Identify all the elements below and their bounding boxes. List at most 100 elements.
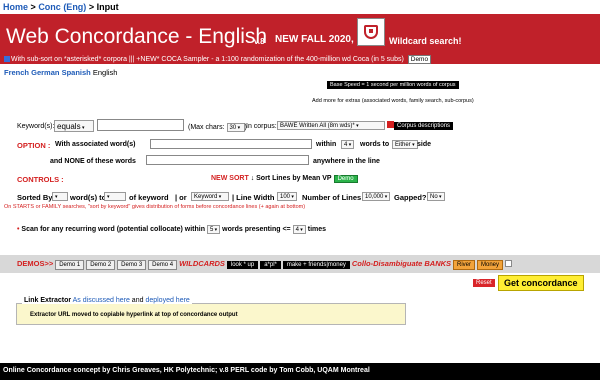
breadcrumb: Home > Conc (Eng) > Input — [3, 2, 119, 12]
sort-direction-value[interactable] — [52, 192, 68, 201]
side-select[interactable]: Either — [392, 140, 418, 149]
demo-4-button[interactable]: Demo 4 — [148, 260, 178, 270]
base-speed-note: Base Speed = 1 second per million words … — [327, 81, 459, 89]
scan-row: • Scan for any recurring word (potential… — [17, 225, 326, 234]
scan-times-select[interactable]: 4 — [292, 225, 306, 234]
as-discussed-link[interactable]: As discussed here — [73, 297, 130, 304]
within-select[interactable]: 4 — [341, 140, 355, 149]
none-words-input[interactable] — [146, 155, 309, 167]
of-keyword-select-value[interactable] — [104, 192, 126, 201]
max-chars-text: (Max chars: — [188, 124, 225, 131]
words-to-kw-label: word(s) to — [70, 193, 107, 202]
gapped-value[interactable]: No — [427, 192, 445, 201]
sort-direction-select[interactable] — [52, 192, 68, 201]
scan-label: Scan for any recurring word (potential c… — [21, 226, 205, 233]
scan-within-select[interactable]: 5 — [206, 225, 221, 234]
num-lines-select[interactable]: 10,000 — [362, 192, 391, 201]
breadcrumb-separator: > — [88, 2, 95, 12]
demos-label: DEMOS>> — [17, 259, 54, 268]
keyword-sort-value[interactable]: Keyword — [191, 192, 229, 201]
option-label: OPTION : — [17, 141, 51, 150]
wildcard-link[interactable]: Wildcard search! — [389, 36, 461, 46]
keyword-mode-select[interactable]: equals — [54, 120, 94, 132]
anywhere-label: anywhere in the line — [313, 158, 380, 165]
lang-french-link[interactable]: French — [4, 68, 29, 77]
deployed-link[interactable]: deployed here — [145, 297, 189, 304]
and-text: and — [131, 297, 144, 304]
wildcard-look-up-button[interactable]: look * up — [226, 261, 259, 269]
none-of-label: and NONE of these words — [50, 158, 136, 165]
breadcrumb-home-link[interactable]: Home — [3, 2, 28, 12]
corpus-select-value[interactable]: BAWE Written All (8m wds)* — [277, 121, 385, 130]
demo-2-button[interactable]: Demo 2 — [86, 260, 116, 270]
lang-german-link[interactable]: German — [31, 68, 59, 77]
new-sort-row: NEW SORT ↓ Sort Lines by Mean VP Demo — [211, 175, 358, 183]
new-sort-label: NEW SORT — [211, 175, 249, 182]
language-links: French German Spanish English — [4, 68, 117, 77]
keyword-sort-select[interactable]: Keyword — [191, 192, 229, 201]
footer: Online Concordance concept by Chris Grea… — [0, 363, 600, 380]
line-width-select[interactable]: 100 — [277, 192, 297, 201]
sort-by-vp-label: Sort Lines by Mean VP — [256, 175, 332, 182]
num-lines-value[interactable]: 10,000 — [362, 192, 391, 201]
side-label: side — [417, 141, 432, 148]
scan-times-label: times — [307, 226, 327, 233]
demo-1-button[interactable]: Demo 1 — [55, 260, 85, 270]
keyword-input-field[interactable] — [97, 119, 184, 131]
breadcrumb-conc-link[interactable]: Conc (Eng) — [38, 2, 86, 12]
banner-subline: With sub-sort on *asterisked* corpora ||… — [4, 55, 432, 64]
wildcard-make-friends-button[interactable]: make + friends|money — [282, 261, 350, 269]
sort-note: On STARTS or FAMILY searches, "sort by k… — [4, 204, 306, 210]
reset-button[interactable]: Reset — [473, 279, 495, 287]
gapped-select[interactable]: No — [427, 192, 445, 201]
more-extras-note[interactable]: Add more for extras (associated words, f… — [312, 98, 474, 104]
corpus-descriptions-button[interactable]: Corpus descriptions — [387, 121, 454, 130]
side-select-value[interactable]: Either — [392, 140, 418, 149]
corpus-label: In corpus: — [246, 123, 277, 130]
breadcrumb-current: Input — [96, 2, 119, 12]
version-label: v.8 — [254, 37, 265, 46]
max-chars-select[interactable]: 30 — [226, 123, 245, 132]
bullet-icon — [4, 56, 10, 62]
num-lines-label: Number of Lines — [302, 193, 362, 202]
news-label: NEW FALL 2020, — [275, 34, 354, 45]
page-title: Web Concordance - English — [6, 25, 268, 48]
link-extractor-legend: Link Extractor As discussed here and dep… — [22, 297, 192, 304]
collo-money-button[interactable]: Money — [476, 260, 503, 270]
lang-spanish-link[interactable]: Spanish — [62, 68, 91, 77]
breadcrumb-separator: > — [30, 2, 36, 12]
of-keyword-select[interactable] — [104, 192, 126, 201]
keyword-label: Keyword(s): — [17, 123, 55, 130]
university-seal-icon — [357, 18, 385, 46]
wildcard-apl-button[interactable]: a*pl* — [260, 261, 281, 269]
extractor-body: Extractor URL moved to copiable hyperlin… — [30, 312, 238, 318]
demo-3-button[interactable]: Demo 3 — [117, 260, 147, 270]
demos-row: DEMOS>> Demo 1 Demo 2 Demo 3 Demo 4 WILD… — [17, 259, 512, 270]
scan-presenting-label: words presenting <= — [222, 226, 291, 233]
assoc-words-input[interactable] — [150, 139, 312, 151]
max-chars-label: (Max chars: 30) — [188, 123, 247, 132]
get-concordance-button[interactable]: Get concordance — [498, 275, 584, 291]
collo-river-button[interactable]: River — [453, 260, 476, 270]
subline-asterisked: asterisked — [66, 56, 99, 63]
collo-checkbox[interactable] — [504, 260, 512, 267]
sort-arrow-icon: ↓ — [250, 175, 255, 182]
subline-text-2: * corpora ||| +NEW* COCA Sampler - a 1:1… — [98, 56, 404, 63]
or-separator: | or — [175, 193, 187, 202]
within-select-value[interactable]: 4 — [341, 140, 355, 149]
words-to-label: words to — [360, 141, 390, 148]
get-concordance-label[interactable]: Get concordance — [498, 275, 584, 291]
corpus-select[interactable]: BAWE Written All (8m wds)* — [277, 121, 385, 130]
collo-banks-label: Collo-Disambiguate BANKS — [351, 259, 452, 268]
sort-demo-button[interactable]: Demo — [333, 175, 358, 183]
subline-demo-button[interactable]: Demo — [407, 55, 432, 64]
corpus-descriptions-label[interactable]: Corpus descriptions — [394, 122, 454, 130]
reset-button-label[interactable]: Reset — [473, 279, 495, 287]
line-width-value[interactable]: 100 — [277, 192, 297, 201]
keyword-mode-value[interactable]: equals — [54, 120, 94, 132]
keyword-input[interactable] — [97, 119, 184, 133]
lang-english-current: English — [92, 68, 118, 77]
wildcards-label: WILDCARDS — [179, 259, 225, 268]
link-extractor-title: Link Extractor — [24, 297, 72, 304]
of-keyword-label: of keyword — [129, 193, 169, 202]
